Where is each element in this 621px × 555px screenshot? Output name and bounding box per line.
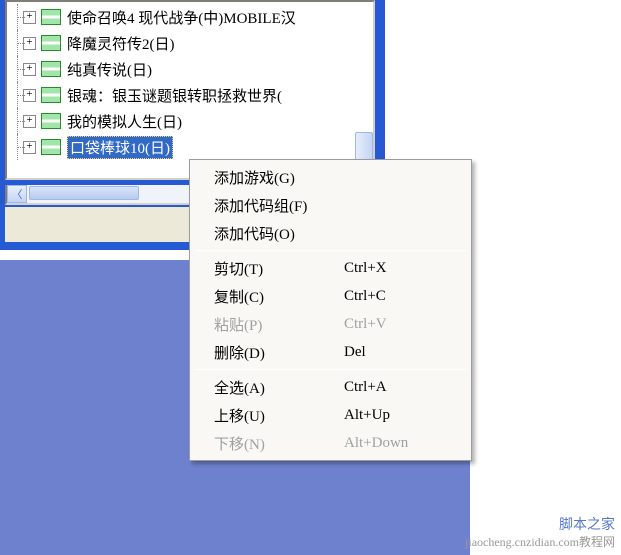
tree-item[interactable]: +银魂：银玉谜题银转职拯救世界( xyxy=(11,82,373,108)
scroll-thumb-horizontal[interactable] xyxy=(29,186,139,200)
tree-item-label[interactable]: 银魂：银玉谜题银转职拯救世界( xyxy=(67,85,282,106)
game-icon xyxy=(41,139,61,155)
tree-item[interactable]: +使命召唤4 现代战争(中)MOBILE汉 xyxy=(11,4,373,30)
scroll-left-button[interactable]: 〈 xyxy=(7,185,27,203)
menu-separator xyxy=(194,250,467,251)
menu-item-delete[interactable]: 删除(D)Del xyxy=(192,338,469,366)
menu-item-move-up[interactable]: 上移(U)Alt+Up xyxy=(192,401,469,429)
tree-item[interactable]: +口袋棒球10(日) xyxy=(11,134,373,160)
menu-item-label: 删除(D) xyxy=(214,342,344,363)
game-icon xyxy=(41,113,61,129)
menu-item-paste: 粘贴(P)Ctrl+V xyxy=(192,310,469,338)
tree-item-label[interactable]: 降魔灵符传2(日) xyxy=(67,33,175,54)
menu-item-shortcut: Ctrl+V xyxy=(344,316,457,333)
menu-item-shortcut: Alt+Down xyxy=(344,435,457,452)
menu-item-label: 全选(A) xyxy=(214,377,344,398)
tree-line-icon xyxy=(11,4,23,30)
game-icon xyxy=(41,61,61,77)
menu-item-label: 上移(U) xyxy=(214,405,344,426)
menu-item-label: 添加游戏(G) xyxy=(214,167,344,188)
tree-line-icon xyxy=(11,82,23,108)
tree-item-label[interactable]: 使命召唤4 现代战争(中)MOBILE汉 xyxy=(67,7,296,28)
game-icon xyxy=(41,87,61,103)
tree-item[interactable]: +降魔灵符传2(日) xyxy=(11,30,373,56)
menu-item-shortcut: Del xyxy=(344,344,457,361)
tree-item-label[interactable]: 纯真传说(日) xyxy=(67,59,152,80)
tree-item-label[interactable]: 我的模拟人生(日) xyxy=(67,111,182,132)
menu-item-label: 粘贴(P) xyxy=(214,314,344,335)
tree-line-icon xyxy=(11,56,23,82)
tree-item-label[interactable]: 口袋棒球10(日) xyxy=(67,136,173,159)
menu-item-label: 复制(C) xyxy=(214,286,344,307)
tree-line-icon xyxy=(11,108,23,134)
game-icon xyxy=(41,9,61,25)
context-menu: 添加游戏(G)添加代码组(F)添加代码(O)剪切(T)Ctrl+X复制(C)Ct… xyxy=(189,159,472,461)
watermark: 脚本之家 jiaocheng.cnzidian.com教程网 xyxy=(465,517,615,551)
tree-line-icon xyxy=(11,134,23,160)
menu-item-shortcut: Ctrl+C xyxy=(344,288,457,305)
menu-item-cut[interactable]: 剪切(T)Ctrl+X xyxy=(192,254,469,282)
menu-item-copy[interactable]: 复制(C)Ctrl+C xyxy=(192,282,469,310)
tree-panel: +使命召唤4 现代战争(中)MOBILE汉+降魔灵符传2(日)+纯真传说(日)+… xyxy=(5,0,375,180)
menu-item-label: 添加代码(O) xyxy=(214,223,344,244)
menu-item-select-all[interactable]: 全选(A)Ctrl+A xyxy=(192,373,469,401)
menu-item-label: 剪切(T) xyxy=(214,258,344,279)
menu-item-move-down: 下移(N)Alt+Down xyxy=(192,429,469,457)
menu-item-label: 下移(N) xyxy=(214,433,344,454)
menu-item-shortcut: Ctrl+A xyxy=(344,379,457,396)
menu-item-add-game[interactable]: 添加游戏(G) xyxy=(192,163,469,191)
menu-separator xyxy=(194,369,467,370)
menu-item-add-code-group[interactable]: 添加代码组(F) xyxy=(192,191,469,219)
menu-item-shortcut: Alt+Up xyxy=(344,407,457,424)
tree-line-icon xyxy=(11,30,23,56)
watermark-line1: 脚本之家 xyxy=(465,517,615,535)
tree-item[interactable]: +我的模拟人生(日) xyxy=(11,108,373,134)
menu-item-shortcut: Ctrl+X xyxy=(344,260,457,277)
tree-view[interactable]: +使命召唤4 现代战争(中)MOBILE汉+降魔灵符传2(日)+纯真传说(日)+… xyxy=(7,2,373,160)
tree-item[interactable]: +纯真传说(日) xyxy=(11,56,373,82)
menu-item-label: 添加代码组(F) xyxy=(214,195,344,216)
game-icon xyxy=(41,35,61,51)
watermark-line2: jiaocheng.cnzidian.com教程网 xyxy=(465,535,615,551)
menu-item-add-code[interactable]: 添加代码(O) xyxy=(192,219,469,247)
